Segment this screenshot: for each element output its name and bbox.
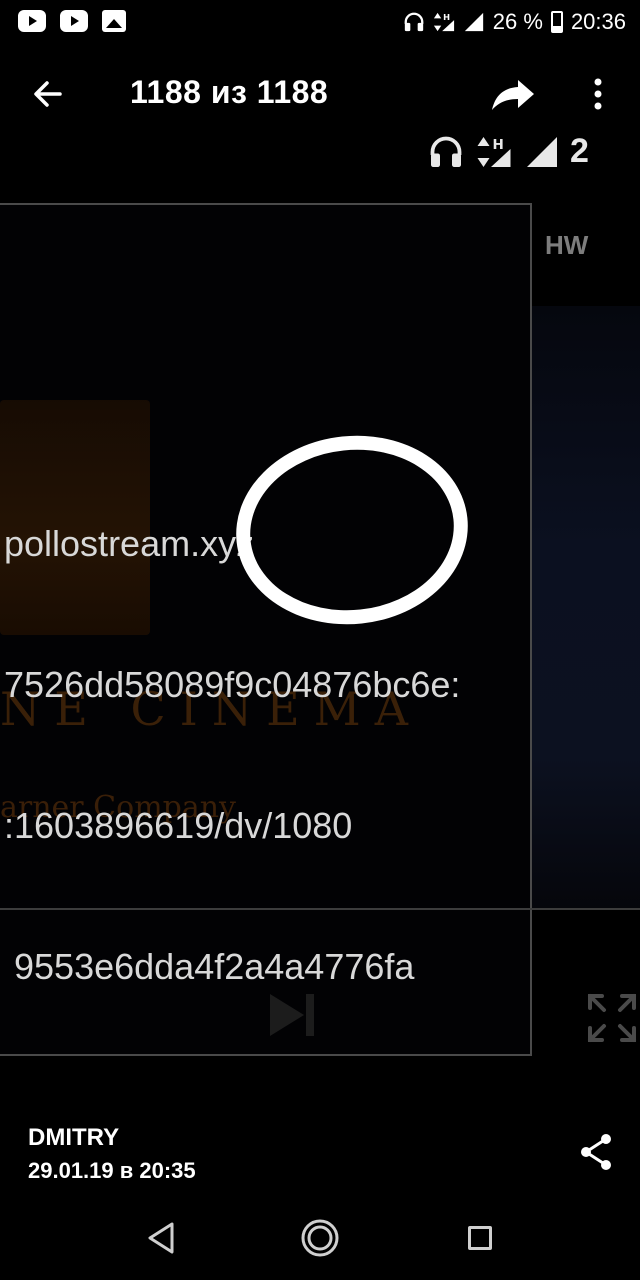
headphones-icon [430, 136, 462, 167]
page-title: 1188 из 1188 [130, 74, 329, 110]
photo-status-bar: H 2 [428, 132, 589, 171]
clock: 20:36 [570, 9, 626, 34]
fullscreen-icon [588, 994, 636, 1042]
share-forward-icon[interactable] [488, 72, 538, 116]
url-line: 7526dd58089f9c04876bc6e: [4, 664, 461, 705]
hw-label: HW [545, 230, 589, 260]
url-line: 9553e6dda4f2a4a4776fa [4, 946, 415, 987]
navigation-bar [0, 1200, 640, 1280]
skip-next-icon [270, 994, 314, 1036]
nav-home-icon[interactable] [300, 1218, 340, 1258]
back-arrow-icon[interactable] [26, 72, 70, 116]
headphones-icon [404, 12, 424, 32]
photo-viewer[interactable]: H 2 HW NE CINEMA arner Company pollostre… [0, 130, 640, 1060]
photo-info: DMITRY 29.01.19 в 20:35 [0, 1110, 640, 1200]
gallery-icon [102, 10, 126, 32]
svg-text:H: H [493, 137, 504, 153]
svg-text:H: H [443, 12, 450, 22]
data-arrows-icon: H [433, 12, 454, 32]
notification-icons [18, 10, 126, 32]
photo-status-text: 2 [570, 132, 589, 170]
status-bar: H 26 % 20:36 [0, 0, 640, 44]
data-arrows-icon: H [477, 136, 511, 167]
url-line: :1603896619/dv/1080 [4, 805, 353, 846]
youtube-icon [60, 10, 88, 32]
app-bar: 1188 из 1188 [0, 60, 640, 126]
background-video-strip [532, 306, 640, 908]
signal-icon [527, 136, 557, 167]
more-vert-icon[interactable] [584, 72, 612, 116]
author-name[interactable]: DMITRY [28, 1124, 119, 1152]
nav-back-icon[interactable] [144, 1220, 178, 1256]
battery-percent: 26 % [492, 9, 543, 34]
system-icons: H 26 % 20:36 [403, 6, 626, 38]
youtube-icon [18, 10, 46, 32]
signal-icon [464, 12, 483, 32]
share-icon[interactable] [578, 1132, 614, 1172]
photo-date: 29.01.19 в 20:35 [28, 1158, 196, 1183]
nav-recents-icon[interactable] [468, 1226, 492, 1250]
battery-icon [550, 11, 563, 33]
